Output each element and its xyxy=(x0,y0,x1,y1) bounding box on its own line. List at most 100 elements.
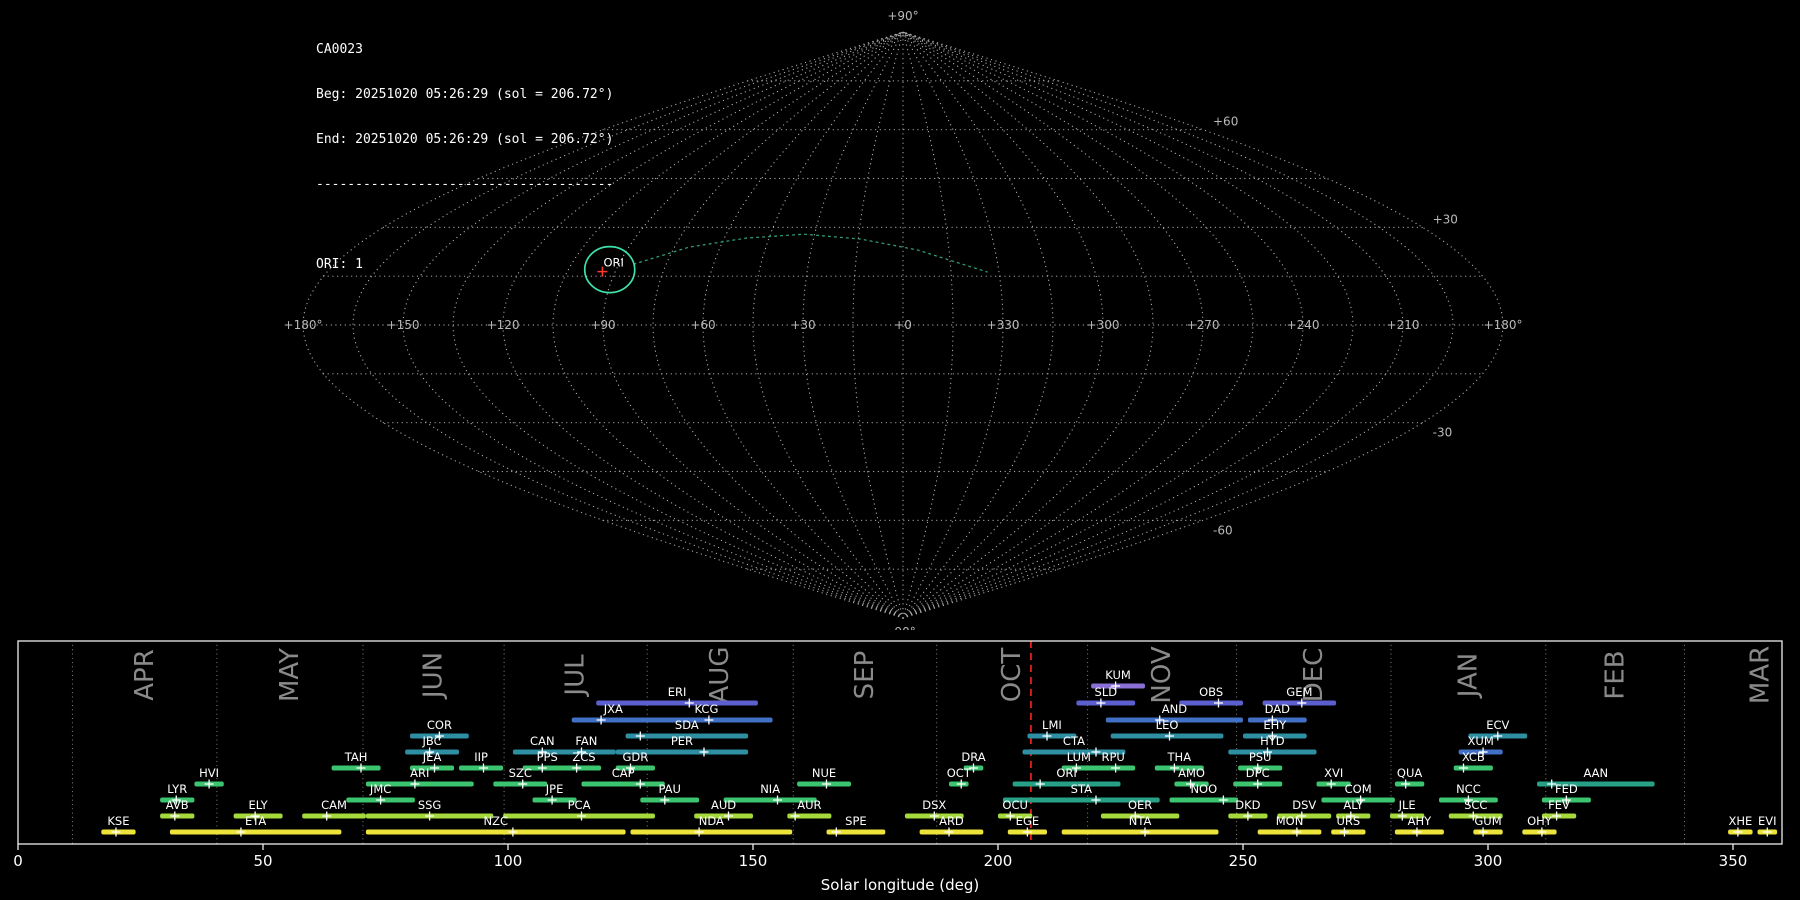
shower-code-label: XVI xyxy=(1324,766,1343,780)
shower-bar xyxy=(302,813,366,819)
shower-bar xyxy=(566,765,602,771)
shower-code-label: GUM xyxy=(1474,814,1501,828)
shower-bar xyxy=(365,829,626,835)
month-label-apr: APR xyxy=(130,649,160,701)
shower-code-label: STA xyxy=(1071,782,1092,796)
shower-gum: GUM xyxy=(1473,814,1503,837)
shower-bar xyxy=(581,781,665,787)
month-label-aug: AUG xyxy=(705,647,735,704)
shower-code-label: OCT xyxy=(947,766,972,780)
shower-code-label: DSV xyxy=(1292,798,1316,812)
month-label-nov: NOV xyxy=(1147,646,1177,703)
shower-bar xyxy=(640,797,700,803)
shower-code-label: ETA xyxy=(245,814,266,828)
shower-tah: TAH xyxy=(331,750,381,773)
shower-code-label: CAN xyxy=(530,734,555,748)
shower-code-label: OCU xyxy=(1002,798,1028,812)
sky-map: +90°-90°+60+30-30-60+180°+150+120+90+60+… xyxy=(284,9,1523,630)
shower-ohy: OHY xyxy=(1522,814,1557,837)
x-tick-label: 350 xyxy=(1719,852,1748,870)
longitude-label: +270 xyxy=(1187,318,1220,332)
shower-code-label: NTA xyxy=(1129,814,1152,828)
longitude-label: +210 xyxy=(1387,318,1420,332)
map-grid-labels: +90°-90°+60+30-30-60+180°+150+120+90+60+… xyxy=(284,9,1523,630)
month-label-may: MAY xyxy=(275,648,305,702)
shower-code-label: PAU xyxy=(658,782,680,796)
longitude-label: +30 xyxy=(790,318,815,332)
shower-code-label: ELY xyxy=(249,798,269,812)
shower-code-label: XUM xyxy=(1468,734,1494,748)
shower-code-label: NZC xyxy=(483,814,508,828)
shower-code-label: FAN xyxy=(575,734,597,748)
shower-oct: OCT xyxy=(947,766,972,789)
latitude-label: +60 xyxy=(1213,115,1238,129)
shower-bar xyxy=(1257,829,1322,835)
shower-code-label: JEA xyxy=(422,750,442,764)
shower-code-label: COR xyxy=(427,718,452,732)
shower-code-label: AAN xyxy=(1583,766,1608,780)
shower-qua: QUA xyxy=(1394,766,1425,789)
shower-code-label: DKD xyxy=(1235,798,1260,812)
longitude-label: +180° xyxy=(284,318,323,332)
longitude-label: +240 xyxy=(1287,318,1320,332)
radiant-label: ORI xyxy=(604,256,624,270)
shower-code-label: EVI xyxy=(1758,814,1777,828)
shower-code-label: DAD xyxy=(1265,702,1291,716)
shower-bar xyxy=(1228,749,1317,755)
shower-code-label: EHY xyxy=(1263,718,1287,732)
shower-code-label: SDA xyxy=(675,718,699,732)
shower-code-label: RPU xyxy=(1101,750,1124,764)
shower-obs: OBS xyxy=(1179,685,1243,708)
shower-code-label: SCC xyxy=(1464,798,1487,812)
shower-code-label: TAH xyxy=(344,750,368,764)
shower-code-label: ARI xyxy=(410,766,429,780)
x-axis: 0 50 100 150 200 250 300 350 Solar longitude (de… xyxy=(13,844,1747,894)
shower-code-label: ORI xyxy=(1056,766,1076,780)
shower-hvi: HVI xyxy=(194,766,224,789)
shower-code-label: SLD xyxy=(1095,685,1118,699)
shower-code-label: LEO xyxy=(1156,718,1179,732)
shower-code-label: ERI xyxy=(668,685,687,699)
shower-code-label: JLE xyxy=(1398,798,1416,812)
shower-code-label: AVB xyxy=(166,798,189,812)
pole-label: +90° xyxy=(887,9,918,23)
shower-spe: SPE xyxy=(826,814,886,837)
shower-code-label: NUE xyxy=(812,766,836,780)
shower-code-label: CAM xyxy=(321,798,347,812)
shower-code-label: NDA xyxy=(699,814,724,828)
shower-bar xyxy=(1012,781,1121,787)
shower-code-label: ALY xyxy=(1343,798,1364,812)
shower-code-label: OHY xyxy=(1527,814,1553,828)
activity-timeline: APR MAY JUN JUL AUG SEP OCT NOV DEC JAN FEB MARKUME… xyxy=(13,640,1783,894)
shower-code-label: CTA xyxy=(1063,734,1085,748)
x-tick-label: 100 xyxy=(494,852,523,870)
shower-code-label: AUD xyxy=(711,798,736,812)
shower-bar xyxy=(169,829,342,835)
shower-code-label: JMC xyxy=(369,782,391,796)
shower-bar xyxy=(1061,829,1219,835)
shower-code-label: COM xyxy=(1345,782,1372,796)
shower-code-label: PPS xyxy=(537,750,558,764)
month-label-jun: JUN xyxy=(419,652,449,700)
shower-code-label: OER xyxy=(1128,798,1152,812)
x-tick-label: 250 xyxy=(1229,852,1258,870)
shower-code-label: SZC xyxy=(509,766,532,780)
shower-bar xyxy=(630,829,793,835)
longitude-label: +180° xyxy=(1484,318,1523,332)
longitude-label: +300 xyxy=(1087,318,1120,332)
shower-code-label: GDR xyxy=(623,750,649,764)
shower-code-label: ARD xyxy=(939,814,964,828)
shower-code-label: NCC xyxy=(1456,782,1481,796)
shower-pca: PCA xyxy=(503,798,655,821)
month-label-sep: SEP xyxy=(850,651,880,700)
month-label-feb: FEB xyxy=(1600,650,1630,699)
shower-code-label: DPC xyxy=(1246,766,1270,780)
shower-code-label: SPE xyxy=(845,814,867,828)
shower-code-label: JBC xyxy=(421,734,441,748)
shower-code-label: FED xyxy=(1555,782,1578,796)
shower-code-label: GEM xyxy=(1286,685,1312,699)
meteor-plot-window: CA0023 Beg: 20251020 05:26:29 (sol = 206… xyxy=(0,0,1800,900)
longitude-label: +90 xyxy=(590,318,615,332)
month-label-oct: OCT xyxy=(997,648,1027,703)
x-tick-label: 300 xyxy=(1474,852,1503,870)
